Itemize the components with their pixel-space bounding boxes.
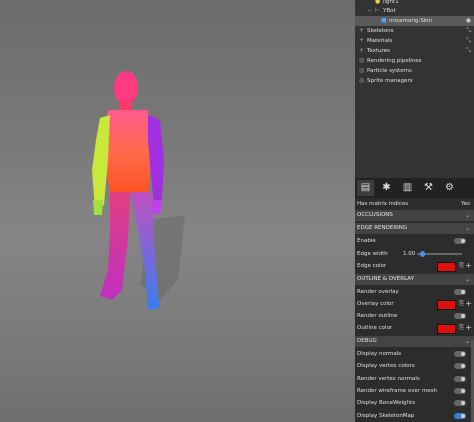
overlay-color-swatch[interactable]	[437, 300, 456, 310]
overlay-color-row: Overlay color ⎘ +	[357, 298, 472, 310]
enable-row: Enable	[355, 235, 474, 247]
bug-icon[interactable]: ✱	[378, 180, 395, 196]
section-debug[interactable]: DEBUG ⌄	[355, 336, 474, 347]
particle-icon: ◎	[359, 67, 365, 74]
chevron-down-icon: ⌄	[464, 225, 470, 232]
section-occlusions[interactable]: OCCLUSIONS ⌄	[355, 210, 474, 221]
display-skeletonmap-toggle[interactable]	[454, 413, 466, 419]
mesh-icon: ■	[381, 17, 387, 24]
slider-thumb[interactable]	[420, 251, 425, 257]
copy-icon[interactable]: ⎘	[459, 260, 464, 272]
plus-icon[interactable]: +	[465, 298, 472, 310]
tree-item-particle-systems[interactable]: ◎ Particle systems	[355, 66, 474, 76]
inspector-tabbar: ▤ ✱ ▥ ⚒ ⚙	[355, 178, 474, 198]
tree-item-rendering-pipelines[interactable]: ◎ Rendering pipelines	[355, 56, 474, 66]
chevron-down-icon: ⌄	[464, 338, 470, 345]
expand-arrows-icon[interactable]: ⤡	[466, 26, 471, 36]
section-edge-rendering[interactable]: EDGE RENDERING ⌄	[355, 223, 474, 234]
sprite-icon: ◎	[359, 77, 365, 84]
render-vertex-normals-row: Render vertex normals	[355, 373, 474, 385]
edge-color-row: Edge color ⎘ +	[357, 260, 472, 272]
node-icon: ⊢	[375, 7, 381, 14]
expand-icon[interactable]: +	[359, 36, 364, 46]
edge-color-swatch[interactable]	[437, 262, 456, 272]
collapse-icon[interactable]: −	[367, 6, 372, 16]
render-wireframe-toggle[interactable]	[454, 388, 466, 394]
copy-icon[interactable]: ⎘	[459, 322, 464, 334]
plus-icon[interactable]: +	[465, 322, 472, 334]
chart-icon[interactable]: ▥	[399, 180, 416, 196]
tree-item-skeletons[interactable]: + Skeletons ⤡	[355, 26, 474, 36]
viewport-3d[interactable]	[0, 0, 355, 422]
display-vertex-colors-row: Display vertex colors	[355, 360, 474, 372]
render-overlay-toggle[interactable]	[454, 289, 466, 295]
chevron-down-icon: ⌄	[464, 212, 470, 219]
gear-icon[interactable]: ⚙	[441, 180, 458, 196]
edge-width-row: Edge width 1.00	[355, 248, 474, 260]
display-vertex-colors-toggle[interactable]	[454, 363, 466, 369]
has-matrix-indices-row: Has matrix indices Yes	[355, 198, 474, 210]
has-matrix-indices-value: Yes	[461, 201, 470, 207]
tree-item-textures[interactable]: + Textures ⤡	[355, 46, 474, 56]
tree-item-ybot[interactable]: − ⊢ YBot	[355, 6, 474, 16]
display-skeletonmap-row: Display SkeletonMap	[355, 410, 474, 422]
enable-toggle[interactable]	[454, 238, 466, 244]
edge-width-value[interactable]: 1.00	[403, 248, 415, 260]
display-boneweights-row: Display BoneWeights	[355, 397, 474, 409]
edge-width-slider[interactable]	[417, 251, 462, 257]
outline-color-swatch[interactable]	[437, 324, 456, 334]
display-boneweights-toggle[interactable]	[454, 400, 466, 406]
render-wireframe-row: Render wireframe over mesh	[355, 385, 474, 397]
expand-arrows-icon[interactable]: ⤡	[466, 46, 471, 56]
render-outline-row: Render outline	[355, 310, 474, 322]
outline-color-row: Outline color ⎘ +	[357, 322, 472, 334]
inspector-panel: ● light1 − ⊢ YBot ■ mixamorig:Skin ◉ + S…	[355, 0, 474, 422]
expand-arrows-icon[interactable]: ⤡	[466, 36, 471, 46]
tree-item-materials[interactable]: + Materials ⤡	[355, 36, 474, 46]
copy-icon[interactable]: ⎘	[459, 298, 464, 310]
section-outline-overlay[interactable]: OUTLINE & OVERLAY ⌄	[355, 274, 474, 285]
scene-tree: ● light1 − ⊢ YBot ■ mixamorig:Skin ◉ + S…	[355, 0, 474, 178]
tree-item-sprite-managers[interactable]: ◎ Sprite managers	[355, 76, 474, 86]
file-icon[interactable]: ▤	[357, 180, 374, 196]
expand-icon[interactable]: +	[359, 46, 364, 56]
wrench-icon[interactable]: ⚒	[420, 180, 437, 196]
display-normals-row: Display normals	[355, 348, 474, 360]
expand-icon[interactable]: +	[359, 26, 364, 36]
character-model[interactable]	[0, 0, 355, 422]
render-overlay-row: Render overlay	[355, 286, 474, 298]
display-normals-toggle[interactable]	[454, 351, 466, 357]
pipeline-icon: ◎	[359, 57, 365, 64]
chevron-down-icon: ⌄	[464, 276, 470, 283]
render-outline-toggle[interactable]	[454, 313, 466, 319]
plus-icon[interactable]: +	[465, 260, 472, 272]
tree-item-mixamorig-skin[interactable]: ■ mixamorig:Skin ◉	[355, 16, 474, 26]
render-vertex-normals-toggle[interactable]	[454, 376, 466, 382]
eye-icon[interactable]: ◉	[466, 16, 471, 26]
